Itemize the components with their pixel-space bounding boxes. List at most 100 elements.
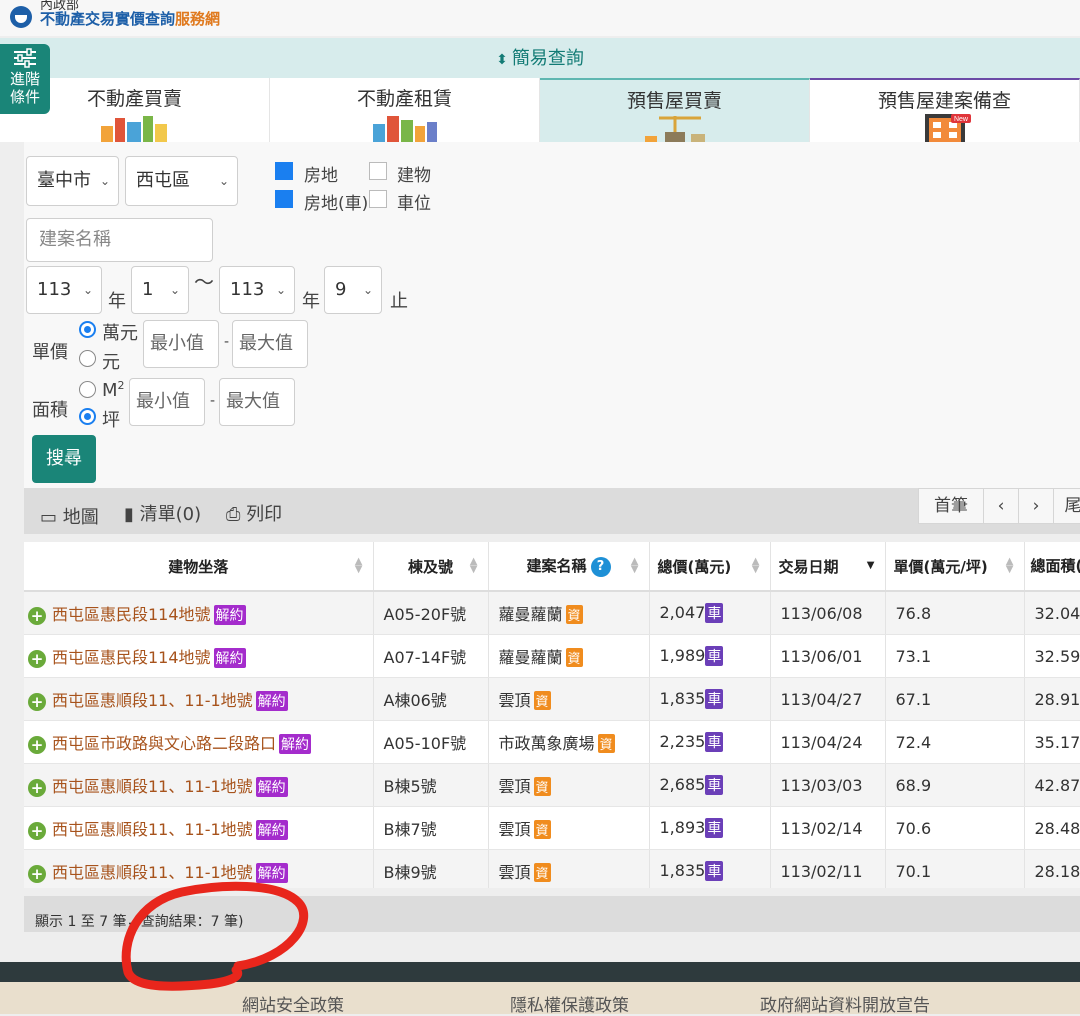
info-tag[interactable]: 資 (533, 691, 551, 710)
chevron-down-icon: ⌄ (82, 283, 93, 297)
parking-tag[interactable]: 車 (705, 603, 724, 623)
ministry-logo-icon[interactable] (10, 6, 32, 28)
table-row[interactable]: + 西屯區惠民段114地號 解約 A07-14F號 蘿曼蘿蘭資 1,989 車 113/06/… (24, 634, 1080, 678)
price-min-input[interactable]: 最小值 (143, 320, 219, 368)
price-max-input[interactable]: 最大值 (232, 320, 308, 368)
results-summary: 顯示 1 至 7 筆，查詢結果：7 筆) (24, 896, 1080, 932)
radio-price-wan[interactable] (79, 321, 96, 338)
district-value: 西屯區 (136, 170, 190, 191)
info-tag[interactable]: 資 (565, 648, 583, 667)
area-min-input[interactable]: 最小值 (129, 378, 205, 426)
radio-area-ping[interactable] (79, 408, 96, 425)
info-tag[interactable]: 資 (533, 820, 551, 839)
footer-link-security[interactable]: 網站安全政策 (242, 991, 344, 1016)
checkbox-land-building-car[interactable] (275, 190, 293, 208)
cell-location: + 西屯區惠順段11、11-1地號 解約 (24, 849, 374, 888)
simple-query-toggle[interactable]: ⬍ 簡易查詢 (0, 38, 1080, 78)
table-row[interactable]: + 西屯區惠順段11、11-1地號 解約 A棟06號 雲頂資 1,835 車 113/04/2… (24, 677, 1080, 721)
end-year-value: 113 (230, 279, 265, 300)
column-header-location[interactable]: 建物坐落 ▲ ▼ (24, 542, 374, 592)
city-select[interactable]: 臺中市 ⌄ (26, 156, 119, 206)
print-button[interactable]: ⎙ 列印 (226, 500, 282, 526)
info-tag[interactable]: 資 (565, 605, 583, 624)
expand-row-icon[interactable]: + (28, 735, 46, 754)
rental-buildings-illustration (372, 116, 437, 142)
column-header-total-area[interactable]: 總面積(坪) (1024, 542, 1080, 592)
checkbox-land-building[interactable] (275, 162, 293, 180)
footer-link-open-data[interactable]: 政府網站資料開放宣告 (760, 991, 930, 1016)
start-month-select[interactable]: 1 ⌄ (131, 266, 189, 314)
cell-total-price: 1,835 車 (649, 849, 771, 888)
address-link[interactable]: 西屯區惠順段11、11-1地號 (52, 777, 253, 796)
table-row[interactable]: + 西屯區惠順段11、11-1地號 解約 B棟7號 雲頂資 1,893 車 113/02/14… (24, 806, 1080, 850)
expand-row-icon[interactable]: + (28, 778, 46, 797)
start-year-select[interactable]: 113 ⌄ (26, 266, 102, 314)
search-button[interactable]: 搜尋 (32, 435, 96, 483)
site-title[interactable]: 不動產交易實價查詢服務網 (40, 8, 220, 29)
list-button[interactable]: ▮ 清單(0) (124, 500, 201, 526)
expand-row-icon[interactable]: + (28, 692, 46, 711)
advanced-label-line2: 條件 (9, 88, 40, 106)
end-year-select[interactable]: 113 ⌄ (219, 266, 295, 314)
address-link[interactable]: 西屯區惠順段11、11-1地號 (52, 691, 253, 710)
table-row[interactable]: + 西屯區惠順段11、11-1地號 解約 B棟5號 雲頂資 2,685 車 113/03/03… (24, 763, 1080, 807)
expand-row-icon[interactable]: + (28, 821, 46, 840)
table-row[interactable]: + 西屯區惠順段11、11-1地號 解約 B棟9號 雲頂資 1,835 車 113/02/11… (24, 849, 1080, 888)
parking-tag[interactable]: 車 (705, 732, 724, 752)
parking-tag[interactable]: 車 (705, 775, 724, 795)
checkbox-parking[interactable] (369, 190, 387, 208)
address-link[interactable]: 西屯區惠順段11、11-1地號 (52, 863, 253, 882)
advanced-conditions-button[interactable]: 進階 條件 (0, 44, 50, 114)
address-link[interactable]: 西屯區市政路與文心路二段路口 (52, 734, 276, 753)
end-month-select[interactable]: 9 ⌄ (324, 266, 382, 314)
new-badge: New (953, 116, 968, 123)
table-row[interactable]: + 西屯區市政路與文心路二段路口 解約 A05-10F號 市政萬象廣場資 2,235 車 11… (24, 720, 1080, 764)
contract-cancelled-tag: 解約 (279, 734, 312, 754)
parking-tag[interactable]: 車 (705, 818, 724, 838)
map-label: 地圖 (62, 507, 99, 528)
unit-price-label: 單價 (32, 342, 68, 363)
pager-first-button[interactable]: 首筆 (918, 488, 984, 524)
parking-tag[interactable]: 車 (705, 861, 724, 881)
checkbox-building[interactable] (369, 162, 387, 180)
column-header-total-price[interactable]: 總價(萬元) ▲ ▼ (649, 542, 771, 592)
info-tag[interactable]: 資 (597, 734, 615, 753)
column-header-project[interactable]: 建案名稱? ▲ ▼ (488, 542, 650, 592)
column-header-date[interactable]: 交易日期 ▼ (770, 542, 886, 592)
project-name-input[interactable]: 建案名稱 (26, 218, 213, 262)
cell-date: 113/06/01 (770, 634, 886, 678)
chevron-down-icon: ⌄ (362, 283, 373, 297)
radio-price-yuan[interactable] (79, 350, 96, 367)
table-row[interactable]: + 西屯區惠民段114地號 解約 A05-20F號 蘿曼蘿蘭資 2,047 車 113/06/… (24, 591, 1080, 635)
district-select[interactable]: 西屯區 ⌄ (125, 156, 238, 206)
map-view-button[interactable]: ▭ 地圖 (40, 503, 99, 529)
radio-area-sqm[interactable] (79, 381, 96, 398)
cell-location: + 西屯區惠民段114地號 解約 (24, 591, 374, 635)
column-header-unit[interactable]: 棟及號 ▲ ▼ (373, 542, 489, 592)
expand-row-icon[interactable]: + (28, 864, 46, 883)
address-link[interactable]: 西屯區惠民段114地號 (52, 605, 211, 624)
tab-label: 預售屋買賣 (626, 90, 722, 112)
footer-link-privacy[interactable]: 隱私權保護政策 (510, 991, 629, 1016)
info-tag[interactable]: 資 (533, 777, 551, 796)
area-max-input[interactable]: 最大值 (219, 378, 295, 426)
pager-last-button[interactable]: 尾 (1053, 488, 1080, 524)
cell-location: + 西屯區惠順段11、11-1地號 解約 (24, 763, 374, 807)
info-tag[interactable]: 資 (533, 863, 551, 882)
results-table-container: 建物坐落 ▲ ▼ 棟及號 ▲ ▼ 建案名稱? ▲ ▼ 總價(萬元) ▲ ▼ 交易日期 ▼ 單價(萬… (24, 542, 1080, 888)
parking-tag[interactable]: 車 (705, 646, 724, 666)
cell-project: 蘿曼蘿蘭資 (488, 634, 650, 678)
expand-row-icon[interactable]: + (28, 649, 46, 668)
address-link[interactable]: 西屯區惠民段114地號 (52, 648, 211, 667)
expand-row-icon[interactable]: + (28, 606, 46, 625)
tab-presale-sale[interactable]: 預售屋買賣 (540, 78, 810, 144)
parking-tag[interactable]: 車 (705, 689, 724, 709)
pager-next-button[interactable]: › (1018, 488, 1054, 524)
tab-presale-project-filing[interactable]: 預售屋建案備查 New (810, 78, 1080, 144)
help-question-icon[interactable]: ? (590, 556, 611, 577)
column-header-unit-price[interactable]: 單價(萬元/坪) ▲ ▼ (885, 542, 1025, 592)
chevron-down-icon: ⌄ (99, 174, 110, 188)
address-link[interactable]: 西屯區惠順段11、11-1地號 (52, 820, 253, 839)
tab-real-estate-rental[interactable]: 不動產租賃 (270, 78, 540, 142)
pager-prev-button[interactable]: ‹ (983, 488, 1019, 524)
